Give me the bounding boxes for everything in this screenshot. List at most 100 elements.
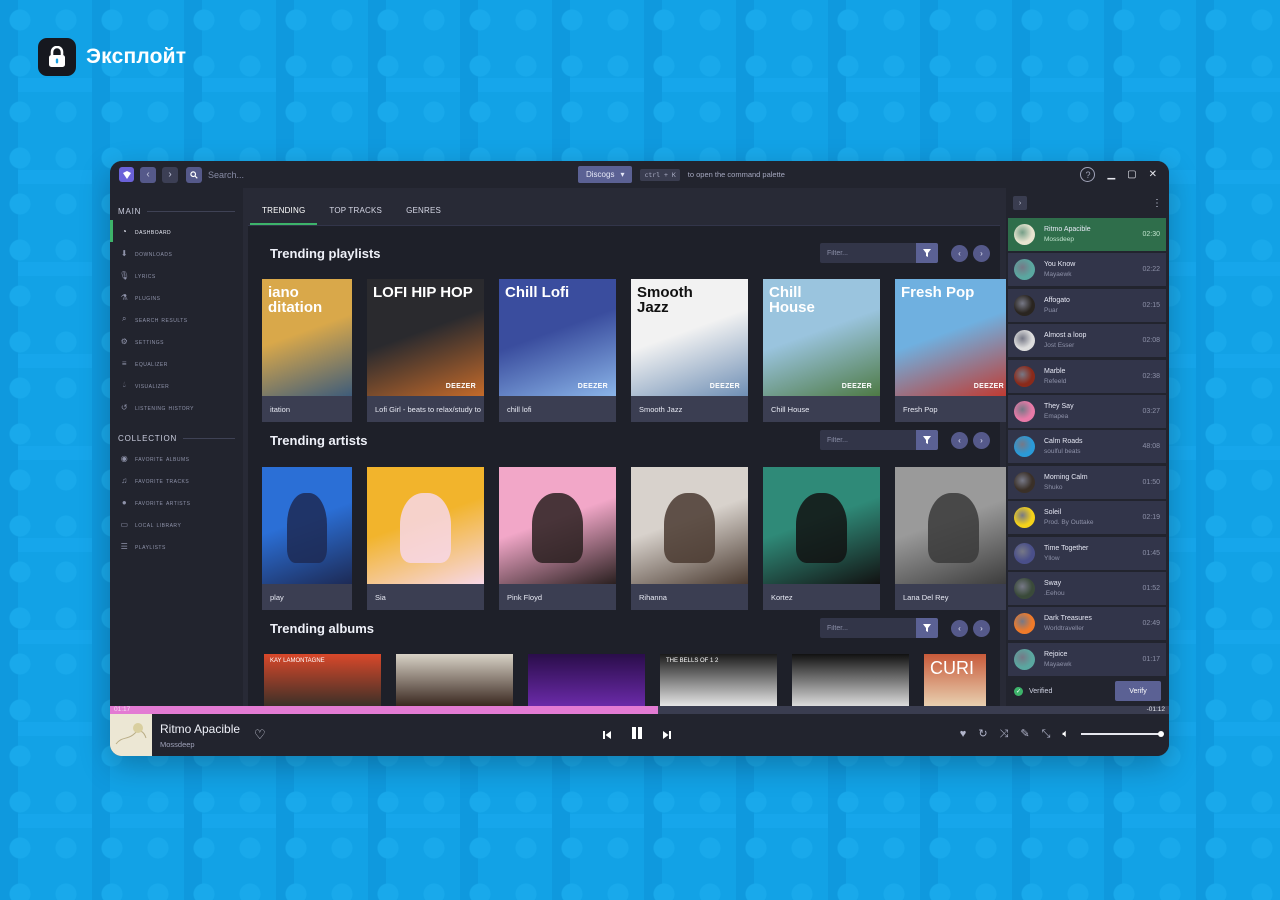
- queue-item[interactable]: Time Together Yllow 01:45: [1008, 536, 1166, 570]
- queue-item[interactable]: You Know Mayaewk 02:22: [1008, 253, 1166, 287]
- sidebar-item-label: Favorite Tracks: [135, 475, 190, 485]
- playlist-card[interactable]: Smooth Jazz DEEZER Smooth Jazz: [631, 279, 748, 422]
- albums-filter-input[interactable]: [820, 618, 916, 638]
- playlist-card[interactable]: LOFI HIP HOP DEEZER Lofi Girl - beats to r…: [367, 279, 484, 422]
- album-card[interactable]: KAY LAMONTAGNE: [264, 654, 381, 706]
- artist-card[interactable]: play: [262, 467, 352, 610]
- app-logo-icon[interactable]: [119, 167, 134, 182]
- previous-icon[interactable]: [602, 727, 612, 745]
- album-card[interactable]: THE BELLS OF 1 2: [660, 654, 777, 706]
- sidebar-item-equalizer[interactable]: ≡ Equalizer: [110, 352, 243, 374]
- now-playing-title[interactable]: Ritmo Apacible: [160, 722, 240, 736]
- sidebar-item-settings[interactable]: ⚙ Settings: [110, 330, 243, 352]
- sidebar-item-playlists[interactable]: ☰ Playlists: [110, 535, 243, 557]
- filter-icon[interactable]: [916, 243, 938, 263]
- playback-controls: [602, 726, 672, 745]
- queue-item-artist: Mayaewk: [1044, 271, 1072, 279]
- playlist-card[interactable]: Chill House DEEZER Chill House: [763, 279, 880, 422]
- sidebar-item-downloads[interactable]: ⬇ Downloads: [110, 242, 243, 264]
- sidebar-item-search-results[interactable]: ⌕ Search Results: [110, 308, 243, 330]
- heartbeat-icon[interactable]: ♥: [960, 728, 967, 740]
- sidebar-item-listening-history[interactable]: ↺ Listening History: [110, 396, 243, 418]
- now-playing-cover[interactable]: [110, 714, 152, 756]
- artist-card[interactable]: Lana Del Rey: [895, 467, 1006, 610]
- queue-item-cover: [1014, 471, 1035, 493]
- queue-item[interactable]: Dark Treasures Worldtraveller 02:49: [1008, 607, 1166, 641]
- source-dropdown[interactable]: Discogs ▾: [578, 166, 633, 183]
- queue-item-info: Dark Treasures Worldtraveller: [1044, 615, 1133, 632]
- compress-icon[interactable]: ⤡: [1042, 728, 1051, 740]
- tab-top-tracks[interactable]: Top Tracks: [317, 206, 394, 225]
- album-card[interactable]: [396, 654, 513, 706]
- playlists-next-button[interactable]: ›: [973, 245, 990, 262]
- queue-item[interactable]: Calm Roads soulful beats 48:08: [1008, 430, 1166, 464]
- queue-item[interactable]: Ritmo Apacible Mossdeep 02:30: [1008, 218, 1166, 251]
- back-button[interactable]: ‹: [140, 166, 156, 183]
- sidebar-item-local-library[interactable]: ▭ Local Library: [110, 513, 243, 535]
- queue-item[interactable]: Marble Refeeld 02:38: [1008, 359, 1166, 393]
- sidebar-item-lyrics[interactable]: 🎙︎ Lyrics: [110, 264, 243, 286]
- repeat-icon[interactable]: ↻: [978, 728, 987, 740]
- queue-item[interactable]: Almost a loop Jost Esser 02:08: [1008, 324, 1166, 358]
- artists-filter-input[interactable]: [820, 430, 916, 450]
- sidebar-item-favorite-artists[interactable]: ● Favorite Artists: [110, 491, 243, 513]
- queue-item[interactable]: Affogato Puar 02:15: [1008, 288, 1166, 322]
- minimize-icon[interactable]: ▁: [1107, 169, 1115, 180]
- sidebar-item-visualizer[interactable]: 💧︎ Visualizer: [110, 374, 243, 396]
- artists-next-button[interactable]: ›: [973, 432, 990, 449]
- now-playing-artist[interactable]: Mossdeep: [160, 740, 240, 749]
- queue-item-title: They Say: [1044, 402, 1074, 410]
- playlist-card[interactable]: Fresh Pop DEEZER Fresh Pop: [895, 279, 1006, 422]
- queue-item-artist: Yllow: [1044, 554, 1060, 562]
- artist-card[interactable]: Sia: [367, 467, 484, 610]
- filter-icon[interactable]: [916, 618, 938, 638]
- tab-genres[interactable]: Genres: [394, 206, 453, 225]
- queue-item[interactable]: They Say Emapea 03:27: [1008, 394, 1166, 428]
- volume-slider[interactable]: [1081, 731, 1164, 737]
- sidebar-item-plugins[interactable]: ⚗ Plugins: [110, 286, 243, 308]
- sidebar-item-favorite-tracks[interactable]: ♫ Favorite Tracks: [110, 469, 243, 491]
- queue-item[interactable]: Soleil Prod. By Outtake 02:19: [1008, 501, 1166, 535]
- playlist-card[interactable]: Chill Lofi DEEZER chill lofi: [499, 279, 616, 422]
- shuffle-icon[interactable]: ⤨: [1000, 728, 1009, 740]
- search-icon[interactable]: [186, 166, 202, 183]
- seek-bar[interactable]: 01:17 -01:12: [110, 706, 1169, 714]
- sidebar-item-favorite-albums[interactable]: ◉ Favorite Albums: [110, 447, 243, 469]
- magic-wand-icon[interactable]: ✎: [1020, 728, 1029, 740]
- maximize-icon[interactable]: ▢: [1127, 169, 1136, 180]
- playlists-prev-button[interactable]: ‹: [951, 245, 968, 262]
- next-icon[interactable]: [662, 727, 672, 745]
- more-vertical-icon[interactable]: ⋮: [1152, 198, 1162, 209]
- artists-row: play Sia Pink Floyd Rihanna Kortez Lana Del R…: [262, 467, 1006, 610]
- filter-icon[interactable]: [916, 430, 938, 450]
- artist-cover: [262, 467, 352, 584]
- collapse-queue-button[interactable]: ›: [1013, 196, 1027, 210]
- sidebar-item-dashboard[interactable]: ◔ Dashboard: [110, 220, 243, 242]
- pause-icon[interactable]: [630, 726, 644, 745]
- search-icon: ⌕: [122, 314, 127, 323]
- queue-item[interactable]: Morning Calm Shuko 01:50: [1008, 465, 1166, 499]
- queue-item[interactable]: Rejoice Mayaewk 01:17: [1008, 642, 1166, 676]
- help-icon[interactable]: ?: [1080, 167, 1096, 182]
- queue-item[interactable]: Sway .Eehou 01:52: [1008, 571, 1166, 605]
- artist-card[interactable]: Rihanna: [631, 467, 748, 610]
- playlists-filter-input[interactable]: [820, 243, 916, 263]
- artist-title: Rihanna: [639, 593, 667, 602]
- tab-trending[interactable]: Trending: [250, 206, 318, 225]
- search-input[interactable]: [208, 169, 578, 180]
- playlist-title: Smooth Jazz: [639, 405, 683, 414]
- volume-icon[interactable]: 🔈︎: [1062, 728, 1069, 740]
- albums-prev-button[interactable]: ‹: [951, 620, 968, 637]
- artist-card[interactable]: Pink Floyd: [499, 467, 616, 610]
- close-icon[interactable]: ✕: [1149, 169, 1157, 180]
- albums-next-button[interactable]: ›: [973, 620, 990, 637]
- playlist-card[interactable]: iano ditation itation: [262, 279, 352, 422]
- artists-prev-button[interactable]: ‹: [951, 432, 968, 449]
- album-card[interactable]: CURI: [924, 654, 986, 706]
- artist-card[interactable]: Kortez: [763, 467, 880, 610]
- heart-icon[interactable]: ♡: [254, 727, 266, 743]
- album-card[interactable]: [792, 654, 909, 706]
- album-card[interactable]: [528, 654, 645, 706]
- verify-button[interactable]: Verify: [1115, 681, 1161, 701]
- forward-button[interactable]: ›: [162, 166, 178, 183]
